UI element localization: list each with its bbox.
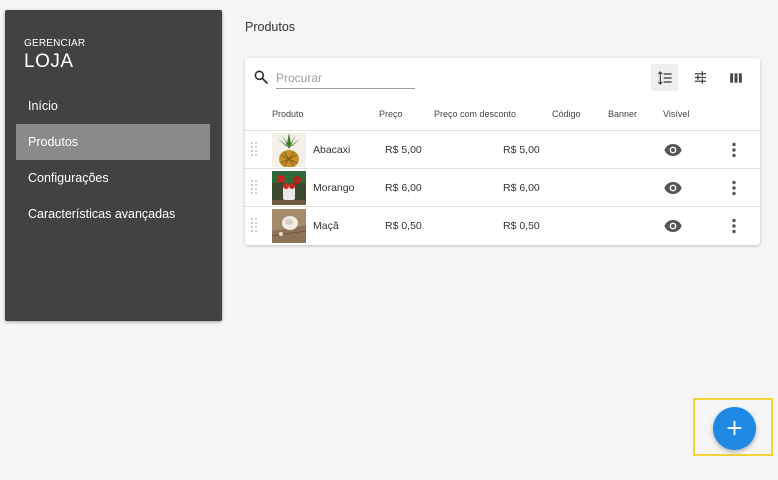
- sidebar-item-caracteristicas-avancadas[interactable]: Características avançadas: [16, 196, 210, 232]
- product-thumbnail-morango: [272, 171, 306, 205]
- column-header-codigo[interactable]: Código: [552, 109, 581, 119]
- page-title: Produtos: [245, 20, 296, 34]
- drag-handle-icon[interactable]: [250, 217, 258, 235]
- product-discount-price: R$ 5,00: [503, 144, 540, 156]
- search-icon: [254, 70, 268, 84]
- product-price: R$ 0,50: [385, 220, 422, 232]
- product-price: R$ 5,00: [385, 144, 422, 156]
- more-vert-icon[interactable]: [731, 218, 737, 234]
- product-discount-price: R$ 0,50: [503, 220, 540, 232]
- sidebar-item-inicio[interactable]: Início: [16, 88, 210, 124]
- sidebar-nav: Início Produtos Configurações Caracterís…: [16, 88, 210, 232]
- columns-icon[interactable]: [722, 64, 749, 91]
- column-header-banner[interactable]: Banner: [608, 109, 637, 119]
- drag-handle-icon[interactable]: [250, 141, 258, 159]
- table-row[interactable]: Abacaxi R$ 5,00 R$ 5,00: [245, 130, 760, 168]
- product-name: Abacaxi: [313, 144, 351, 156]
- table-row[interactable]: Morango R$ 6,00 R$ 6,00: [245, 168, 760, 206]
- products-table-card: Produto Preço Preço com desconto Código …: [245, 58, 760, 245]
- brand-title: LOJA: [24, 51, 74, 72]
- reorder-list-icon[interactable]: [651, 64, 678, 91]
- column-header-produto[interactable]: Produto: [272, 109, 304, 119]
- eye-icon[interactable]: [664, 219, 682, 233]
- column-header-visivel[interactable]: Visível: [663, 109, 689, 119]
- drag-handle-icon[interactable]: [250, 179, 258, 197]
- product-thumbnail-abacaxi: [272, 133, 306, 167]
- product-name: Maçã: [313, 220, 339, 232]
- more-vert-icon[interactable]: [731, 180, 737, 196]
- column-header-preco[interactable]: Preço: [379, 109, 403, 119]
- brand-subtitle: GERENCIAR: [24, 38, 86, 49]
- more-vert-icon[interactable]: [731, 142, 737, 158]
- table-row[interactable]: Maçã R$ 0,50 R$ 0,50: [245, 206, 760, 244]
- eye-icon[interactable]: [664, 143, 682, 157]
- eye-icon[interactable]: [664, 181, 682, 195]
- add-product-button[interactable]: +: [713, 407, 756, 450]
- product-thumbnail-maca: [272, 209, 306, 243]
- product-name: Morango: [313, 182, 355, 194]
- search-input[interactable]: [276, 67, 415, 89]
- sidebar: GERENCIAR LOJA Início Produtos Configura…: [5, 10, 222, 321]
- sidebar-item-configuracoes[interactable]: Configurações: [16, 160, 210, 196]
- sidebar-item-produtos[interactable]: Produtos: [16, 124, 210, 160]
- product-price: R$ 6,00: [385, 182, 422, 194]
- plus-icon: +: [725, 416, 744, 441]
- column-header-preco-desconto[interactable]: Preço com desconto: [434, 109, 516, 119]
- product-discount-price: R$ 6,00: [503, 182, 540, 194]
- filter-sliders-icon[interactable]: [687, 64, 714, 91]
